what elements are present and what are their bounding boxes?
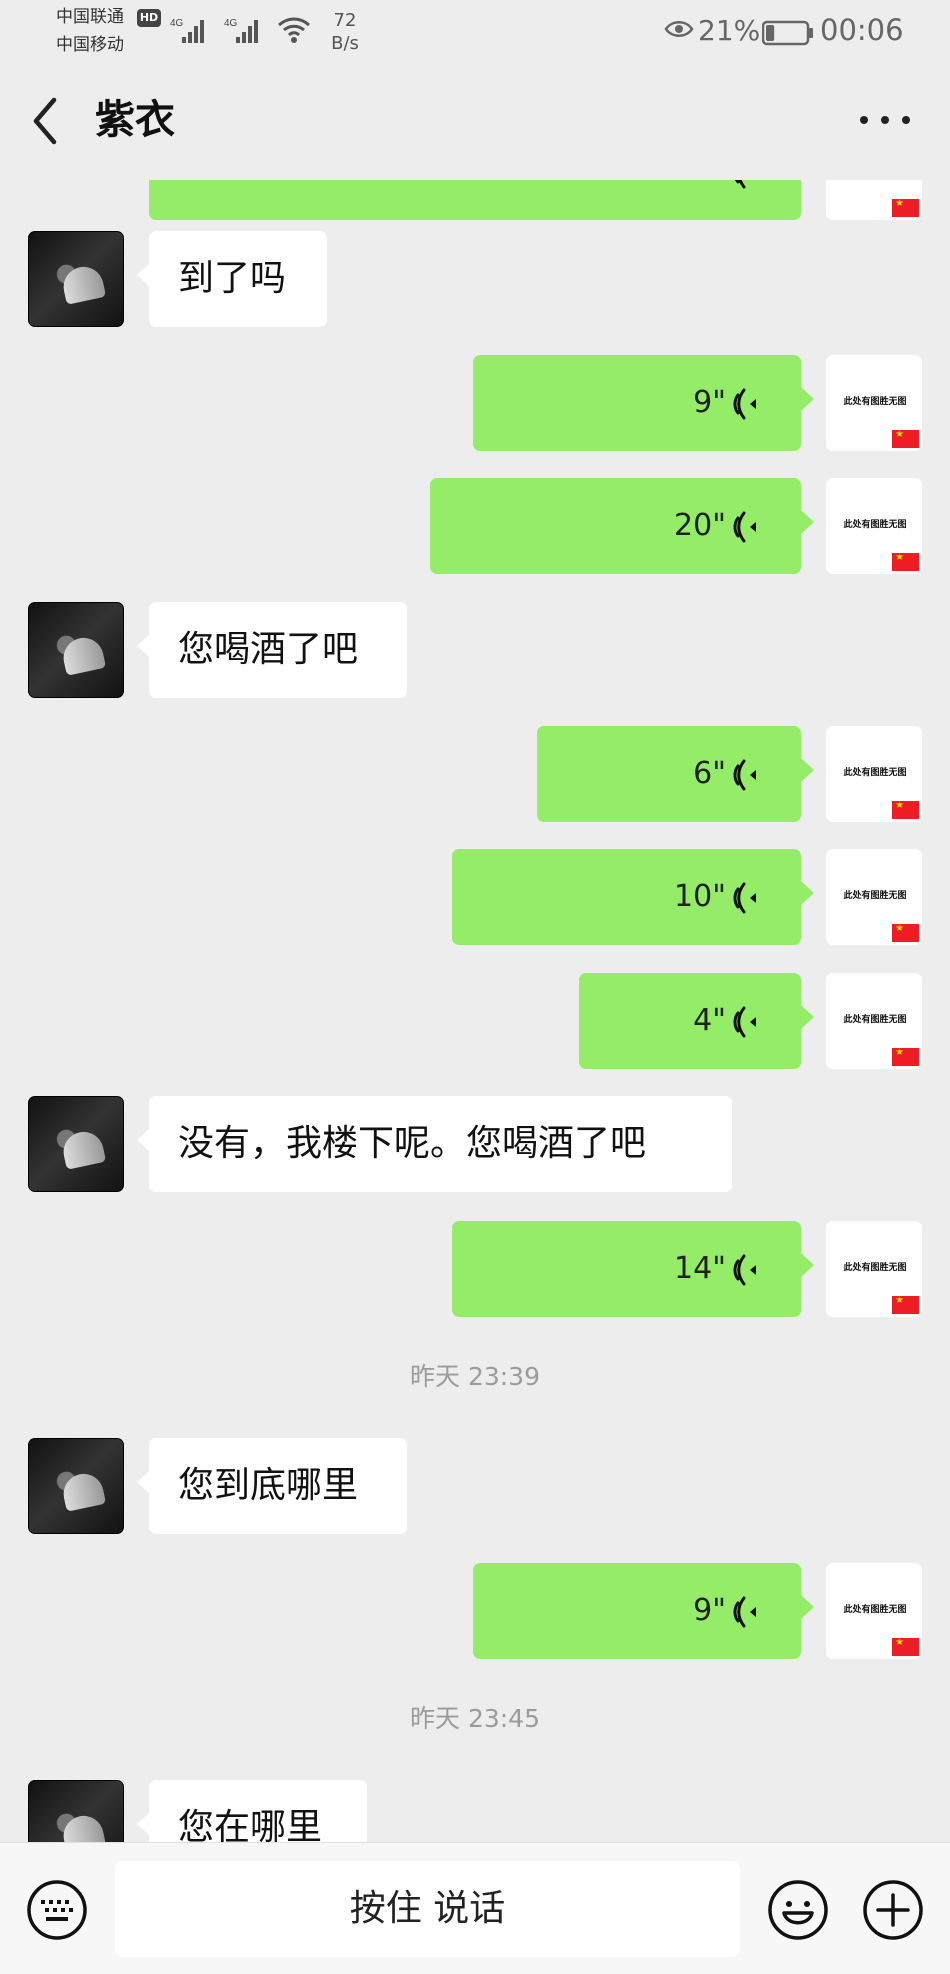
message-row-self-voice: 14" 此处有图胜无图 xyxy=(0,1221,950,1317)
voice-message-bubble[interactable]: 10" xyxy=(452,849,814,945)
china-flag-icon xyxy=(892,1048,919,1066)
message-row-self-voice: 6" 此处有图胜无图 xyxy=(0,726,950,822)
voice-message-bubble[interactable]: 20" xyxy=(430,478,814,574)
message-row-peer-text: 到了吗 xyxy=(0,231,950,327)
self-avatar[interactable]: 此处有图胜无图 xyxy=(826,180,922,220)
self-avatar[interactable]: 此处有图胜无图 xyxy=(826,478,922,574)
message-row-self-voice: 4" 此处有图胜无图 xyxy=(0,973,950,1069)
voice-duration: 20" xyxy=(674,508,726,543)
hd-badge: HD xyxy=(137,9,161,27)
message-row-peer-text: 您喝酒了吧 xyxy=(0,602,950,698)
eye-icon xyxy=(664,21,694,37)
voice-wave-icon xyxy=(733,882,756,914)
voice-wave-icon xyxy=(733,1596,756,1628)
carrier-secondary: 中国移动 xyxy=(56,35,124,55)
china-flag-icon xyxy=(892,924,919,942)
text-message-bubble[interactable]: 您喝酒了吧 xyxy=(137,602,407,698)
self-avatar[interactable]: 此处有图胜无图 xyxy=(826,849,922,945)
network-speed-value: 72 xyxy=(333,10,357,31)
text-message-bubble[interactable]: 您到底哪里 xyxy=(137,1438,407,1534)
self-avatar[interactable]: 此处有图胜无图 xyxy=(826,1563,922,1659)
status-time: 00:06 xyxy=(820,13,904,47)
voice-message-bubble[interactable]: 14" xyxy=(452,1221,814,1317)
voice-duration: 4" xyxy=(693,1003,726,1038)
text-message-bubble[interactable]: 您在哪里 xyxy=(137,1780,367,1842)
peer-avatar[interactable] xyxy=(28,231,124,327)
hold-to-talk-button[interactable]: 按住 说话 xyxy=(115,1861,740,1957)
china-flag-icon xyxy=(892,199,919,217)
china-flag-icon xyxy=(892,1296,919,1314)
avatar-caption: 此处有图胜无图 xyxy=(843,768,907,778)
battery-percent: 21% xyxy=(698,14,761,47)
voice-wave-icon xyxy=(733,511,756,543)
self-avatar[interactable]: 此处有图胜无图 xyxy=(826,973,922,1069)
network-speed: 72 B/s xyxy=(322,9,368,55)
self-avatar[interactable]: 此处有图胜无图 xyxy=(826,726,922,822)
voice-message-bubble[interactable]: 9" xyxy=(473,355,814,451)
back-chevron-icon[interactable] xyxy=(26,92,66,150)
peer-avatar[interactable] xyxy=(28,1780,124,1842)
wifi-icon xyxy=(278,17,310,43)
network-type-label: 4G xyxy=(170,18,184,29)
message-row-self-voice: 9" 此处有图胜无图 xyxy=(0,1563,950,1659)
voice-wave-icon xyxy=(735,180,746,189)
carrier-primary: 中国联通 xyxy=(56,7,124,27)
voice-wave-icon xyxy=(733,1006,756,1038)
avatar-caption: 此处有图胜无图 xyxy=(843,1605,907,1615)
peer-avatar[interactable] xyxy=(28,602,124,698)
network-speed-unit: B/s xyxy=(331,33,359,54)
chat-timestamp: 昨天 23:39 xyxy=(410,1362,540,1391)
chat-header: 紫衣 xyxy=(0,62,950,180)
voice-wave-icon xyxy=(733,759,756,791)
china-flag-icon xyxy=(892,801,919,819)
voice-duration: 9" xyxy=(693,1593,726,1628)
signal-icon: 4G xyxy=(224,18,258,43)
message-list[interactable]: 此处有图胜无图 到了吗 9" 此处有图胜无图 20" xyxy=(0,180,950,1842)
avatar-caption: 此处有图胜无图 xyxy=(843,520,907,530)
message-row-self-voice: 10" 此处有图胜无图 xyxy=(0,849,950,945)
contact-name: 紫衣 xyxy=(95,97,175,143)
avatar-caption: 此处有图胜无图 xyxy=(843,891,907,901)
network-type-label: 4G xyxy=(224,18,238,29)
plus-icon[interactable] xyxy=(862,1879,924,1941)
china-flag-icon xyxy=(892,553,919,571)
message-row-self-voice-partial: 此处有图胜无图 xyxy=(0,180,950,220)
chat-input-bar: 按住 说话 xyxy=(0,1842,950,1974)
text-message-bubble[interactable]: 没有，我楼下呢。您喝酒了吧 xyxy=(137,1096,732,1192)
peer-avatar[interactable] xyxy=(28,1096,124,1192)
voice-message-bubble[interactable]: 6" xyxy=(537,726,814,822)
message-row-peer-text: 您到底哪里 xyxy=(0,1438,950,1534)
message-row-self-voice: 20" 此处有图胜无图 xyxy=(0,478,950,574)
battery-icon xyxy=(762,20,813,46)
china-flag-icon xyxy=(892,430,919,448)
voice-message-bubble[interactable]: 4" xyxy=(579,973,814,1069)
avatar-caption: 此处有图胜无图 xyxy=(843,1263,907,1273)
chat-timestamp: 昨天 23:45 xyxy=(410,1704,540,1733)
voice-message-bubble[interactable] xyxy=(149,180,801,220)
voice-wave-icon xyxy=(733,388,756,420)
voice-duration: 9" xyxy=(693,385,726,420)
avatar-caption: 此处有图胜无图 xyxy=(843,397,907,407)
peer-avatar[interactable] xyxy=(28,1438,124,1534)
voice-wave-icon xyxy=(733,1254,756,1286)
keyboard-icon[interactable] xyxy=(26,1879,88,1941)
more-dots-icon[interactable] xyxy=(852,106,918,134)
voice-duration: 10" xyxy=(674,879,726,914)
signal-icon: 4G xyxy=(170,18,204,43)
self-avatar[interactable]: 此处有图胜无图 xyxy=(826,1221,922,1317)
emoji-icon[interactable] xyxy=(767,1879,829,1941)
status-bar: 中国联通 中国移动 HD 4G 4G 72 B/s 21% 00:06 xyxy=(0,0,950,62)
china-flag-icon xyxy=(892,1638,919,1656)
message-row-peer-text: 没有，我楼下呢。您喝酒了吧 xyxy=(0,1096,950,1192)
text-message-bubble[interactable]: 到了吗 xyxy=(137,231,327,327)
voice-duration: 6" xyxy=(693,756,726,791)
self-avatar[interactable]: 此处有图胜无图 xyxy=(826,355,922,451)
avatar-caption: 此处有图胜无图 xyxy=(843,1015,907,1025)
message-row-self-voice: 9" 此处有图胜无图 xyxy=(0,355,950,451)
message-row-peer-text-partial: 您在哪里 xyxy=(0,1780,950,1842)
voice-duration: 14" xyxy=(674,1251,726,1286)
voice-message-bubble[interactable]: 9" xyxy=(473,1563,814,1659)
